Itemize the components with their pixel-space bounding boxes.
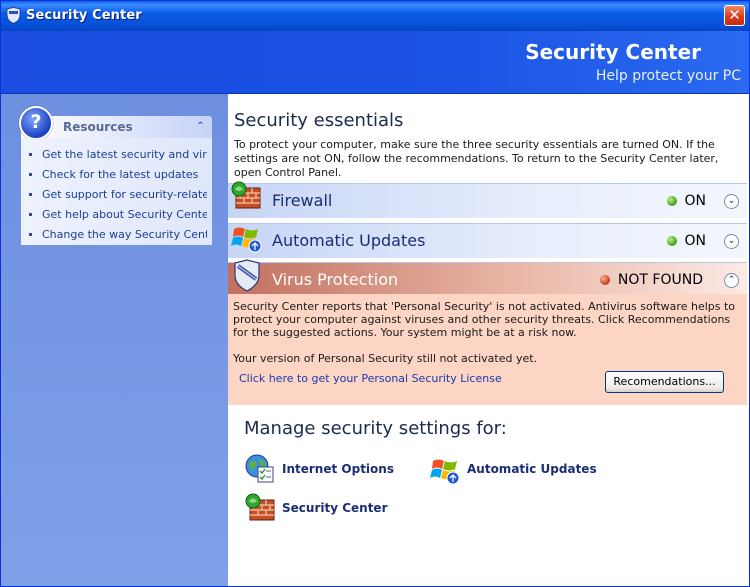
status-alert-icon xyxy=(599,275,610,285)
virus-protection-label: Virus Protection xyxy=(272,270,399,289)
bullet-icon xyxy=(29,213,32,216)
license-link[interactable]: Click here to get your Personal Security… xyxy=(239,372,502,385)
automatic-updates-row[interactable]: Automatic Updates ON ⌄ xyxy=(228,223,747,258)
firewall-label: Firewall xyxy=(272,191,333,210)
security-center-label: Security Center xyxy=(282,501,388,515)
virus-protection-status-text: NOT FOUND xyxy=(617,272,703,288)
automatic-updates-status: ON xyxy=(666,233,707,249)
resource-link-label: Get the latest security and virus... xyxy=(42,148,207,161)
help-icon: ? xyxy=(19,106,53,140)
main-pane: Security essentials To protect your comp… xyxy=(228,94,749,586)
security-center-window: Security Center ✕ Security Center Help p… xyxy=(0,0,750,587)
bullet-icon xyxy=(29,173,32,176)
automatic-updates-status-text: ON xyxy=(684,233,707,249)
manage-automatic-updates-label: Automatic Updates xyxy=(467,462,597,476)
resources-panel: Resources ⌃ ? Get the latest security an… xyxy=(19,106,212,245)
page-title: Security essentials xyxy=(234,110,404,131)
windows-update-icon xyxy=(231,227,262,253)
firewall-icon xyxy=(231,181,261,209)
resource-link-label: Get help about Security Center xyxy=(42,208,207,221)
virus-protection-details: Security Center reports that 'Personal S… xyxy=(228,294,747,405)
banner-title: Security Center xyxy=(525,40,701,64)
shield-icon xyxy=(6,7,21,24)
alert-description: Security Center reports that 'Personal S… xyxy=(233,300,736,339)
collapse-icon[interactable]: ⌃ xyxy=(194,120,207,133)
firewall-status-text: ON xyxy=(684,193,707,209)
manage-heading: Manage security settings for: xyxy=(244,418,507,439)
resource-link[interactable]: Change the way Security Cente... xyxy=(29,228,207,244)
bullet-icon xyxy=(29,233,32,236)
collapse-icon[interactable]: ⌃ xyxy=(724,273,739,288)
resource-link-label: Get support for security-related... xyxy=(42,188,207,201)
firewall-status: ON xyxy=(666,193,707,209)
firewall-icon xyxy=(245,493,275,521)
status-ok-icon xyxy=(666,236,677,246)
resource-link[interactable]: Check for the latest updates xyxy=(29,168,207,184)
expand-icon[interactable]: ⌄ xyxy=(724,194,739,209)
header-banner: Security Center Help protect your PC xyxy=(1,31,749,94)
title-bar[interactable]: Security Center ✕ xyxy=(1,1,749,31)
close-icon: ✕ xyxy=(728,6,741,24)
expand-icon[interactable]: ⌄ xyxy=(724,234,739,249)
resource-link[interactable]: Get the latest security and virus... xyxy=(29,148,207,164)
resource-link-label: Change the way Security Cente... xyxy=(42,228,207,241)
resources-list: Get the latest security and virus... Che… xyxy=(21,138,212,245)
status-ok-icon xyxy=(666,196,677,206)
automatic-updates-label: Automatic Updates xyxy=(272,231,426,250)
banner-subtitle: Help protect your PC xyxy=(595,68,741,84)
internet-options-icon xyxy=(245,454,274,483)
activation-note: Your version of Personal Security still … xyxy=(233,352,538,365)
intro-text: To protect your computer, make sure the … xyxy=(234,138,719,179)
bullet-icon xyxy=(29,153,32,156)
resource-link[interactable]: Get help about Security Center xyxy=(29,208,207,224)
firewall-row[interactable]: Firewall ON ⌄ xyxy=(228,181,747,218)
left-pane: Resources ⌃ ? Get the latest security an… xyxy=(1,94,228,586)
close-button[interactable]: ✕ xyxy=(724,5,745,26)
windows-update-icon xyxy=(430,459,460,485)
virus-shield-icon xyxy=(234,259,260,292)
virus-protection-row[interactable]: Virus Protection NOT FOUND ⌃ xyxy=(228,259,747,295)
recommendations-button[interactable]: Recomendations... xyxy=(605,371,724,393)
internet-options-label: Internet Options xyxy=(282,462,394,476)
bullet-icon xyxy=(29,193,32,196)
window-title: Security Center xyxy=(26,8,142,23)
resources-title: Resources xyxy=(63,120,133,134)
virus-protection-status: NOT FOUND xyxy=(599,272,703,288)
resource-link[interactable]: Get support for security-related... xyxy=(29,188,207,204)
resource-link-label: Check for the latest updates xyxy=(42,168,199,181)
